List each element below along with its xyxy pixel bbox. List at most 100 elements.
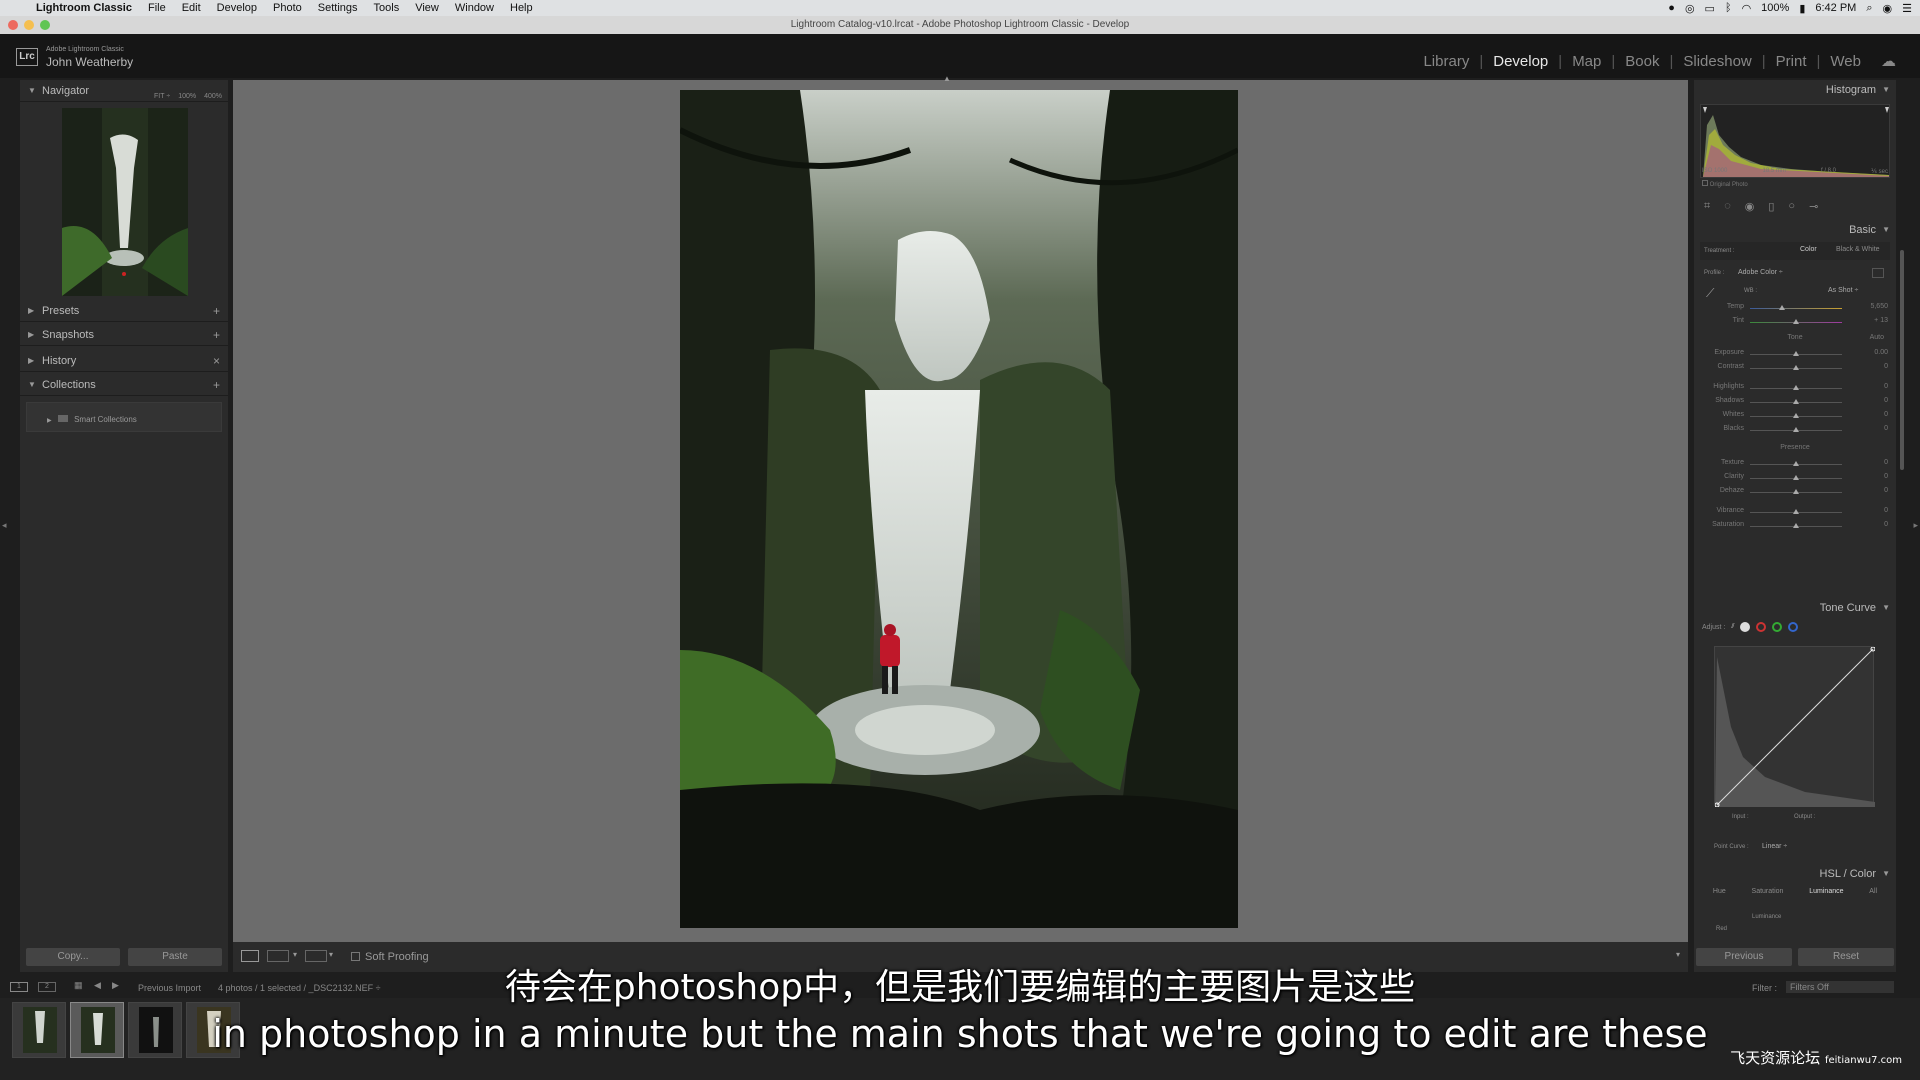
shadows-knob[interactable] xyxy=(1793,399,1799,404)
menu-window[interactable]: Window xyxy=(447,2,502,14)
cloud-icon[interactable]: ☁ xyxy=(1871,52,1906,70)
siri-icon[interactable]: ◉ xyxy=(1883,2,1893,15)
tone-curve-header[interactable]: Tone Curve ▼ xyxy=(1694,598,1896,618)
red-channel-icon[interactable] xyxy=(1756,622,1767,632)
hsl-tab-saturation[interactable]: Saturation xyxy=(1752,888,1784,904)
exposure-value[interactable]: 0.00 xyxy=(1854,349,1888,356)
menu-view[interactable]: View xyxy=(407,2,447,14)
graduated-filter-icon[interactable]: ▯ xyxy=(1768,200,1774,213)
exposure-knob[interactable] xyxy=(1793,351,1799,356)
temp-slider[interactable]: Temp 5,650 xyxy=(1694,302,1896,314)
spot-removal-icon[interactable]: ◌ xyxy=(1724,200,1731,212)
treatment-bw-option[interactable]: Black & White xyxy=(1836,246,1880,253)
close-window-button[interactable] xyxy=(8,20,18,30)
clarity-value[interactable]: 0 xyxy=(1854,473,1888,480)
right-panel-scrollbar[interactable] xyxy=(1900,250,1904,470)
app-menu[interactable]: Lightroom Classic xyxy=(30,2,140,14)
hsl-tab-hue[interactable]: Hue xyxy=(1713,888,1726,904)
auto-tone-button[interactable]: Auto xyxy=(1870,334,1884,341)
saturation-value[interactable]: 0 xyxy=(1854,521,1888,528)
control-center-icon[interactable]: ☰ xyxy=(1902,2,1912,15)
red-eye-icon[interactable]: ◉ xyxy=(1745,200,1755,213)
smart-collections-item[interactable]: ▶ Smart Collections xyxy=(47,415,137,424)
module-map[interactable]: Map xyxy=(1562,53,1611,70)
zoom-window-button[interactable] xyxy=(40,20,50,30)
vibrance-slider[interactable]: Vibrance 0 xyxy=(1694,506,1896,518)
add-snapshot-icon[interactable]: + xyxy=(213,324,220,346)
zoom-100[interactable]: 100% xyxy=(178,86,196,108)
clarity-slider[interactable]: Clarity 0 xyxy=(1694,472,1896,484)
menu-photo[interactable]: Photo xyxy=(265,2,310,14)
navigator-header[interactable]: ▼ Navigator FIT ÷ 100% 400% xyxy=(20,80,228,102)
top-panel-toggle-icon[interactable]: ▲ xyxy=(943,74,951,83)
wifi-icon[interactable]: ◠ xyxy=(1742,2,1752,15)
highlights-slider[interactable]: Highlights 0 xyxy=(1694,382,1896,394)
contrast-value[interactable]: 0 xyxy=(1854,363,1888,370)
snapshots-header[interactable]: ▶ Snapshots + xyxy=(20,324,228,346)
menu-file[interactable]: File xyxy=(140,2,174,14)
whites-knob[interactable] xyxy=(1793,413,1799,418)
radial-filter-icon[interactable]: ○ xyxy=(1788,200,1795,212)
saturation-knob[interactable] xyxy=(1793,523,1799,528)
crop-tool-icon[interactable]: ⌗ xyxy=(1704,200,1710,213)
menu-tools[interactable]: Tools xyxy=(366,2,408,14)
adjustment-brush-icon[interactable]: ⊸ xyxy=(1809,200,1818,213)
zoom-fit[interactable]: FIT ÷ xyxy=(154,86,170,108)
whites-slider[interactable]: Whites 0 xyxy=(1694,410,1896,422)
dehaze-knob[interactable] xyxy=(1793,489,1799,494)
texture-value[interactable]: 0 xyxy=(1854,459,1888,466)
blue-channel-icon[interactable] xyxy=(1788,622,1799,632)
tint-slider[interactable]: Tint + 13 xyxy=(1694,316,1896,328)
dehaze-value[interactable]: 0 xyxy=(1854,487,1888,494)
battery-icon[interactable]: ▮ xyxy=(1799,2,1805,15)
collections-header[interactable]: ▼ Collections + xyxy=(20,374,228,396)
temp-value[interactable]: 5,650 xyxy=(1854,303,1888,310)
add-collection-icon[interactable]: + xyxy=(213,374,220,396)
left-panel-toggle-icon[interactable]: ◂ xyxy=(2,520,7,531)
tint-knob[interactable] xyxy=(1793,319,1799,324)
minimize-window-button[interactable] xyxy=(24,20,34,30)
module-library[interactable]: Library xyxy=(1413,53,1479,70)
right-panel-toggle-icon[interactable]: ▸ xyxy=(1913,520,1918,531)
histogram-graph[interactable] xyxy=(1700,104,1890,178)
add-preset-icon[interactable]: + xyxy=(213,300,220,322)
creative-cloud-icon[interactable]: ◎ xyxy=(1685,2,1695,15)
texture-knob[interactable] xyxy=(1793,461,1799,466)
hsl-tab-all[interactable]: All xyxy=(1869,888,1877,904)
profile-browser-icon[interactable] xyxy=(1872,268,1884,278)
green-channel-icon[interactable] xyxy=(1772,622,1783,632)
blacks-value[interactable]: 0 xyxy=(1854,425,1888,432)
shadows-slider[interactable]: Shadows 0 xyxy=(1694,396,1896,408)
original-photo-toggle[interactable]: Original Photo xyxy=(1702,180,1748,188)
spotlight-icon[interactable]: ⌕ xyxy=(1866,2,1872,15)
highlights-knob[interactable] xyxy=(1793,385,1799,390)
navigator-preview[interactable] xyxy=(62,108,188,296)
contrast-slider[interactable]: Contrast 0 xyxy=(1694,362,1896,374)
presets-header[interactable]: ▶ Presets + xyxy=(20,300,228,322)
blacks-slider[interactable]: Blacks 0 xyxy=(1694,424,1896,436)
module-print[interactable]: Print xyxy=(1766,53,1817,70)
zoom-400[interactable]: 400% xyxy=(204,86,222,108)
temp-knob[interactable] xyxy=(1779,305,1785,310)
display-icon[interactable]: ▭ xyxy=(1705,2,1715,15)
menu-develop[interactable]: Develop xyxy=(209,2,265,14)
treatment-color-option[interactable]: Color xyxy=(1800,246,1817,253)
histogram-header[interactable]: Histogram ▼ xyxy=(1694,80,1896,100)
clock[interactable]: 6:42 PM xyxy=(1815,2,1856,14)
vibrance-value[interactable]: 0 xyxy=(1854,507,1888,514)
shadows-value[interactable]: 0 xyxy=(1854,397,1888,404)
white-balance-eyedropper-icon[interactable]: ⟋ xyxy=(1706,286,1714,301)
history-header[interactable]: ▶ History × xyxy=(20,350,228,372)
module-book[interactable]: Book xyxy=(1615,53,1669,70)
blacks-knob[interactable] xyxy=(1793,427,1799,432)
menu-edit[interactable]: Edit xyxy=(174,2,209,14)
vibrance-knob[interactable] xyxy=(1793,509,1799,514)
basic-header[interactable]: Basic ▼ xyxy=(1694,220,1896,240)
profile-dropdown[interactable]: Adobe Color ÷ xyxy=(1738,269,1783,276)
parametric-curve-icon[interactable]: ⫽ xyxy=(1731,623,1734,631)
tint-value[interactable]: + 13 xyxy=(1854,317,1888,324)
photo-canvas[interactable]: ▲ xyxy=(233,74,1688,942)
menu-help[interactable]: Help xyxy=(502,2,541,14)
clarity-knob[interactable] xyxy=(1793,475,1799,480)
saturation-slider[interactable]: Saturation 0 xyxy=(1694,520,1896,532)
